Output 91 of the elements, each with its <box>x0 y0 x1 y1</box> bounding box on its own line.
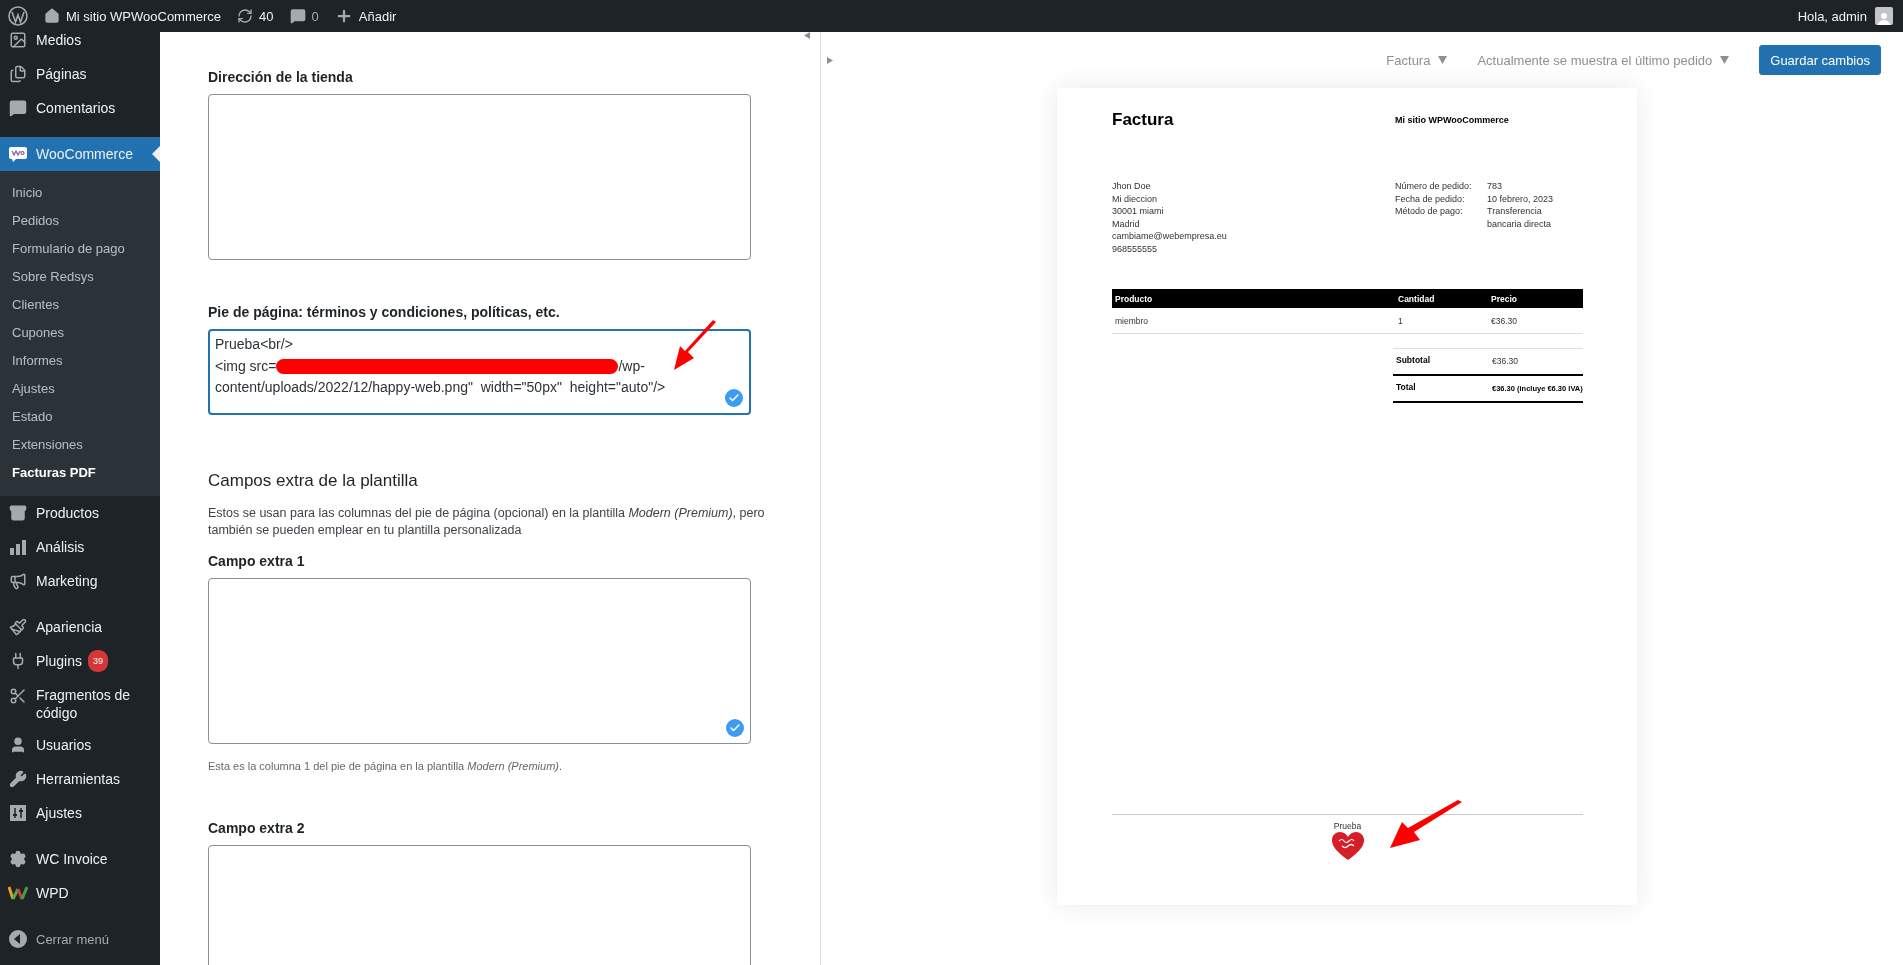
address-line: 30001 miami <box>1112 205 1165 218</box>
sidebar-item[interactable]: Páginas <box>0 57 160 91</box>
total-value: €36.30 <box>1492 355 1519 368</box>
submenu-item[interactable]: Extensiones <box>0 430 160 458</box>
comments-count: 0 <box>311 8 319 24</box>
sidebar-item[interactable]: Comentarios <box>0 91 160 125</box>
collapse-panel-icon[interactable] <box>804 32 810 39</box>
field-label: Campo extra 2 <box>208 820 306 836</box>
comment-icon <box>8 98 28 118</box>
wordpress-logo-icon[interactable] <box>8 6 28 26</box>
scissors-icon <box>8 686 28 706</box>
sidebar-item[interactable]: Marketing <box>0 564 160 598</box>
wrench-icon <box>8 769 28 789</box>
textarea-field[interactable] <box>208 578 751 744</box>
total-label: Subtotal <box>1396 355 1431 367</box>
collapse-icon <box>8 929 28 949</box>
comment-icon[interactable] <box>289 8 306 24</box>
sidebar-item[interactable]: Plugins 39 <box>0 644 160 678</box>
table-cell-text: €36.30 <box>1490 315 1518 326</box>
submenu-item[interactable]: Informes <box>0 346 160 374</box>
submenu-item[interactable]: Pedidos <box>0 206 160 234</box>
total-label: Total <box>1396 382 1417 394</box>
invoice-title: Factura <box>1112 110 1175 130</box>
field-label: Campo extra 1 <box>208 553 306 569</box>
sidebar-item[interactable]: Herramientas <box>0 762 160 796</box>
submenu-item[interactable]: Facturas PDF <box>0 458 160 486</box>
table-cell-text: 1 <box>1397 315 1404 326</box>
save-button[interactable]: Guardar cambios <box>1759 45 1881 75</box>
order-label: Número de pedido: <box>1395 180 1473 193</box>
site-name-link[interactable]: Mi sitio WPWooCommerce <box>66 8 222 24</box>
sidebar-item[interactable]: Apariencia <box>0 610 160 644</box>
section-description: Estos se usan para las columnas del pie de página (opcional) en la plantilla Modern (Premium), pero también se pueden emplear en tu plantilla personalizada <box>208 506 765 537</box>
field-label: Pie de página: términos y condiciones, políticas, etc. <box>208 304 561 320</box>
sliders-icon <box>8 803 28 823</box>
order-label: Fecha de pedido: <box>1395 192 1466 205</box>
home-icon <box>44 8 60 24</box>
heart-logo-icon <box>1330 831 1365 861</box>
current-page-pointer <box>152 146 160 162</box>
sidebar-item[interactable]: Ajustes <box>0 796 160 830</box>
textarea-field[interactable]: Prueba<br/> <img src= /wp- content/uploads/2022/12/happy-web.png" width="50px" height="auto"/> <box>208 329 751 415</box>
order-label: Método de pago: <box>1395 205 1464 218</box>
address-line: Madrid <box>1112 217 1141 230</box>
new-link[interactable]: Añadir <box>358 8 397 24</box>
sidebar-item[interactable]: Usuarios <box>0 728 160 762</box>
submenu-item[interactable]: Ajustes <box>0 374 160 402</box>
order-value: 10 febrero, 2023 <box>1487 192 1555 205</box>
submenu-item[interactable]: Formulario de pago <box>0 234 160 262</box>
woo-icon <box>8 144 28 164</box>
paintbrush-icon <box>8 617 28 637</box>
updates-count: 40 <box>259 8 274 24</box>
avatar-icon[interactable] <box>1875 7 1893 25</box>
section-heading: Campos extra de la plantilla <box>208 471 419 491</box>
pages-icon <box>8 64 28 84</box>
bar-chart-icon <box>8 537 28 557</box>
expand-panel-icon[interactable] <box>827 56 833 64</box>
order-value: Transferencia bancaria directa <box>1487 205 1553 230</box>
caret-icon <box>1438 56 1448 64</box>
archive-icon <box>8 503 28 523</box>
textarea-field[interactable] <box>208 845 751 965</box>
table-cell-text: miembro <box>1114 315 1150 326</box>
textarea-field[interactable] <box>208 94 751 260</box>
footer-text: Prueba <box>1333 821 1362 831</box>
submenu-item[interactable]: Sobre Redsys <box>0 262 160 290</box>
sidebar-item[interactable]: Productos <box>0 496 160 530</box>
greeting-link[interactable]: Hola, admin <box>1797 8 1867 24</box>
address-line: Mi dieccion <box>1112 192 1159 205</box>
image-icon <box>8 32 28 50</box>
sidebar-item[interactable]: Fragmentos de código <box>0 678 160 728</box>
sidebar-item[interactable]: WooCommerce <box>0 137 160 171</box>
count-badge: 39 <box>87 650 108 672</box>
updates-icon[interactable] <box>237 8 254 24</box>
field-label: Dirección de la tienda <box>208 69 354 85</box>
shop-name: Mi sitio WPWooCommerce <box>1395 115 1510 125</box>
address-line: Jhon Doe <box>1112 180 1152 193</box>
sidebar-item[interactable]: Medios <box>0 32 160 57</box>
collapse-menu-button[interactable]: Cerrar menú <box>0 922 160 956</box>
submenu-item[interactable]: Inicio <box>0 178 160 206</box>
submenu-item[interactable]: Cupones <box>0 318 160 346</box>
sidebar-item[interactable]: WPD <box>0 876 160 910</box>
sidebar-item[interactable]: Análisis <box>0 530 160 564</box>
order-value: 783 <box>1487 180 1504 193</box>
field-hint: Esta es la columna 1 del pie de página en la plantilla Modern (Premium). <box>208 760 563 772</box>
address-line: cambiame@webempresa.eu <box>1112 230 1228 243</box>
sidebar-item[interactable]: WC Invoice <box>0 842 160 876</box>
address-line: 968555555 <box>1112 242 1159 255</box>
megaphone-icon <box>8 571 28 591</box>
gear-icon <box>8 849 28 869</box>
submenu-item[interactable]: Estado <box>0 402 160 430</box>
submenu-item[interactable]: Clientes <box>0 290 160 318</box>
caret-icon <box>1720 56 1730 64</box>
table-header: Producto Cantidad Precio <box>1112 289 1583 308</box>
